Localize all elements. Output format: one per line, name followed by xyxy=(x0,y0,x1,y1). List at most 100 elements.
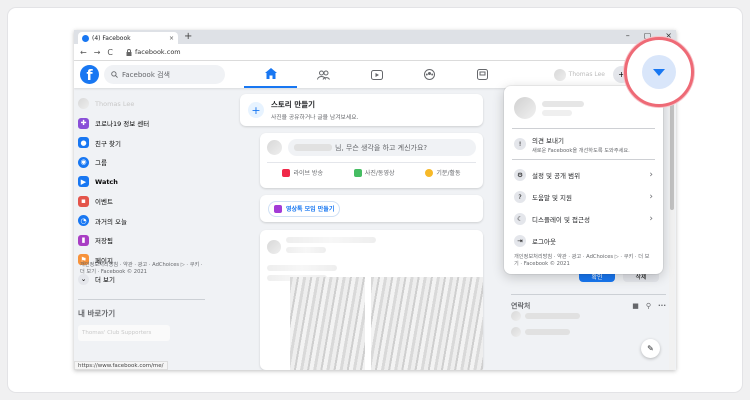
menu-footer: 개인정보처리방침 · 약관 · 광고 · AdChoices ▷ · 쿠키 · … xyxy=(514,254,650,267)
scrollbar[interactable] xyxy=(669,88,675,370)
sidebar-item-label: 저장됨 xyxy=(95,237,113,246)
gear-icon: ⚙ xyxy=(514,169,526,181)
live-video-icon xyxy=(282,168,291,177)
sidebar-item-watch[interactable]: ▶ Watch xyxy=(78,172,205,192)
lock-icon xyxy=(126,48,132,56)
facebook-favicon-icon xyxy=(82,34,89,42)
caret-down-icon xyxy=(653,68,665,76)
rooms-card: 영상톡 모임 만들기 xyxy=(260,195,483,222)
avatar xyxy=(78,98,89,110)
account-menu-button[interactable] xyxy=(642,55,676,89)
search-icon[interactable]: ⚲ xyxy=(646,302,651,310)
action-label: 기분/활동 xyxy=(436,170,461,177)
contact-item[interactable] xyxy=(511,326,591,338)
menu-item-display[interactable]: ☾ 디스플레이 및 접근성 › xyxy=(510,208,657,230)
menu-item-feedback[interactable]: ! 의견 보내기 새로운 Facebook을 개선하도록 도와주세요. xyxy=(510,133,657,155)
browser-tab[interactable]: (4) Facebook × xyxy=(78,32,178,44)
sidebar-item-label: 이벤트 xyxy=(95,198,113,207)
create-story-card[interactable]: + 스토리 만들기 사진을 공유하거나 글을 남겨보세요. xyxy=(240,94,483,126)
live-video-button[interactable]: 라이브 방송 xyxy=(282,168,323,177)
account-menu-button-highlight[interactable] xyxy=(624,37,694,107)
menu-item-sub: 새로운 Facebook을 개선하도록 도와주세요. xyxy=(532,147,630,154)
header-profile-chip[interactable]: Thomas Lee xyxy=(550,67,609,83)
menu-item-help[interactable]: ? 도움말 및 지원 › xyxy=(510,186,657,208)
search-placeholder: Facebook 검색 xyxy=(122,70,170,79)
chevron-right-icon: › xyxy=(649,214,653,224)
avatar xyxy=(267,140,282,155)
sidebar-item-groups[interactable]: ◉ 그룹 xyxy=(78,153,205,173)
nav-watch[interactable] xyxy=(350,61,403,88)
forward-button[interactable]: → xyxy=(94,48,101,57)
chevron-right-icon: › xyxy=(649,170,653,180)
shortcut-item[interactable]: Thomas' Club Supporters xyxy=(78,325,170,341)
sidebar-item-label: 친구 찾기 xyxy=(95,139,121,148)
divider xyxy=(512,159,655,160)
feeling-button[interactable]: 기분/활동 xyxy=(425,168,461,177)
clock-icon: ◔ xyxy=(78,215,89,227)
calendar-icon: ▪ xyxy=(78,195,89,207)
facebook-header: f Facebook 검색 Thomas Lee + xyxy=(74,61,676,88)
nav-groups[interactable] xyxy=(403,61,456,88)
post-image[interactable] xyxy=(290,277,365,370)
main-nav xyxy=(244,61,509,88)
sidebar-item-saved[interactable]: ▮ 저장됨 xyxy=(78,231,205,251)
sidebar-item-memories[interactable]: ◔ 과거의 오늘 xyxy=(78,211,205,231)
menu-item-label: 의견 보내기 xyxy=(532,136,564,145)
search-icon xyxy=(111,71,118,78)
search-input[interactable]: Facebook 검색 xyxy=(104,65,225,84)
covid-shield-icon: ✚ xyxy=(78,117,89,129)
back-button[interactable]: ← xyxy=(80,48,87,57)
redacted-text xyxy=(286,237,376,243)
nav-gaming[interactable] xyxy=(456,61,509,88)
sidebar-item-events[interactable]: ▪ 이벤트 xyxy=(78,192,205,212)
create-room-label: 영상톡 모임 만들기 xyxy=(286,206,335,213)
chevron-right-icon: › xyxy=(649,192,653,202)
tab-title: (4) Facebook xyxy=(92,34,131,42)
menu-item-settings[interactable]: ⚙ 설정 및 공개 범위 › xyxy=(510,164,657,186)
menu-item-label: 도움말 및 지원 xyxy=(532,194,573,202)
reload-button[interactable]: C xyxy=(107,48,113,57)
avatar xyxy=(267,240,281,254)
status-bar-url: https://www.facebook.com/me/ xyxy=(74,361,168,370)
tab-close-icon[interactable]: × xyxy=(169,35,174,42)
redacted-text xyxy=(286,247,326,253)
create-room-button[interactable]: 영상톡 모임 만들기 xyxy=(268,200,341,217)
scrollbar-thumb[interactable] xyxy=(670,90,674,210)
contact-item[interactable] xyxy=(511,310,591,322)
nav-home[interactable] xyxy=(244,61,297,88)
action-label: 라이브 방송 xyxy=(293,170,323,177)
nav-friends[interactable] xyxy=(297,61,350,88)
new-message-button[interactable]: ✎ xyxy=(641,339,660,358)
minimize-button[interactable]: – xyxy=(626,31,630,40)
sidebar-item-label: 코로나19 정보 센터 xyxy=(95,120,150,129)
avatar xyxy=(514,97,536,119)
video-call-icon[interactable]: ■ xyxy=(632,302,639,310)
sidebar-item-friends[interactable]: ● 친구 찾기 xyxy=(78,133,205,153)
menu-item-logout[interactable]: ⇥ 로그아웃 xyxy=(510,230,657,252)
avatar xyxy=(511,311,521,321)
watch-icon: ▶ xyxy=(78,176,89,188)
account-menu: ! 의견 보내기 새로운 Facebook을 개선하도록 도와주세요. ⚙ 설정… xyxy=(504,86,663,274)
menu-item-label: 설정 및 공개 범위 xyxy=(532,172,581,180)
feed-post xyxy=(260,230,483,370)
composer-input[interactable]: 님, 무슨 생각을 하고 계신가요? xyxy=(288,139,476,156)
feedback-icon: ! xyxy=(514,138,526,150)
edit-icon: ✎ xyxy=(647,344,654,353)
redacted-name xyxy=(542,100,584,107)
sidebar-item-covid[interactable]: ✚ 코로나19 정보 센터 xyxy=(78,114,205,134)
menu-item-label: 디스플레이 및 접근성 xyxy=(532,216,590,224)
url-field[interactable]: facebook.com xyxy=(126,48,181,56)
more-icon[interactable]: ··· xyxy=(658,302,666,310)
logout-icon: ⇥ xyxy=(514,235,526,247)
home-icon xyxy=(264,68,277,79)
action-label: 사진/동영상 xyxy=(364,170,395,177)
new-tab-button[interactable]: + xyxy=(184,31,192,42)
story-title: 스토리 만들기 xyxy=(271,100,316,109)
sidebar-item-profile[interactable]: Thomas Lee xyxy=(78,94,205,114)
logo-letter: f xyxy=(86,68,93,84)
post-image[interactable] xyxy=(371,277,483,370)
plus-icon: + xyxy=(248,102,264,118)
photo-video-button[interactable]: 사진/동영상 xyxy=(353,168,395,177)
avatar xyxy=(511,327,521,337)
facebook-logo-icon[interactable]: f xyxy=(80,65,99,84)
